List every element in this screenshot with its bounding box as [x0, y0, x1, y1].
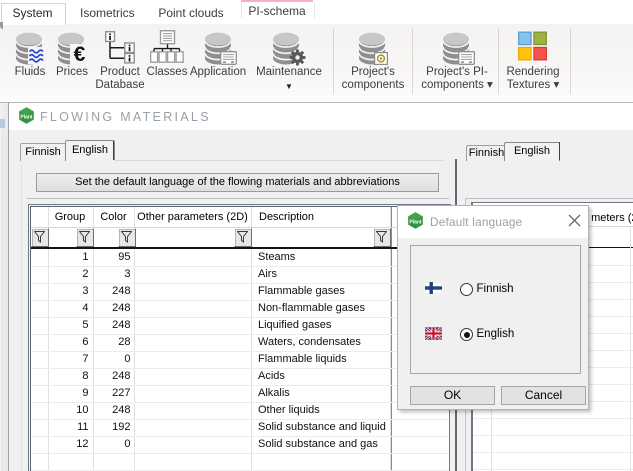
svg-text:Plant: Plant — [409, 219, 422, 225]
svg-text:Plant: Plant — [20, 114, 33, 120]
